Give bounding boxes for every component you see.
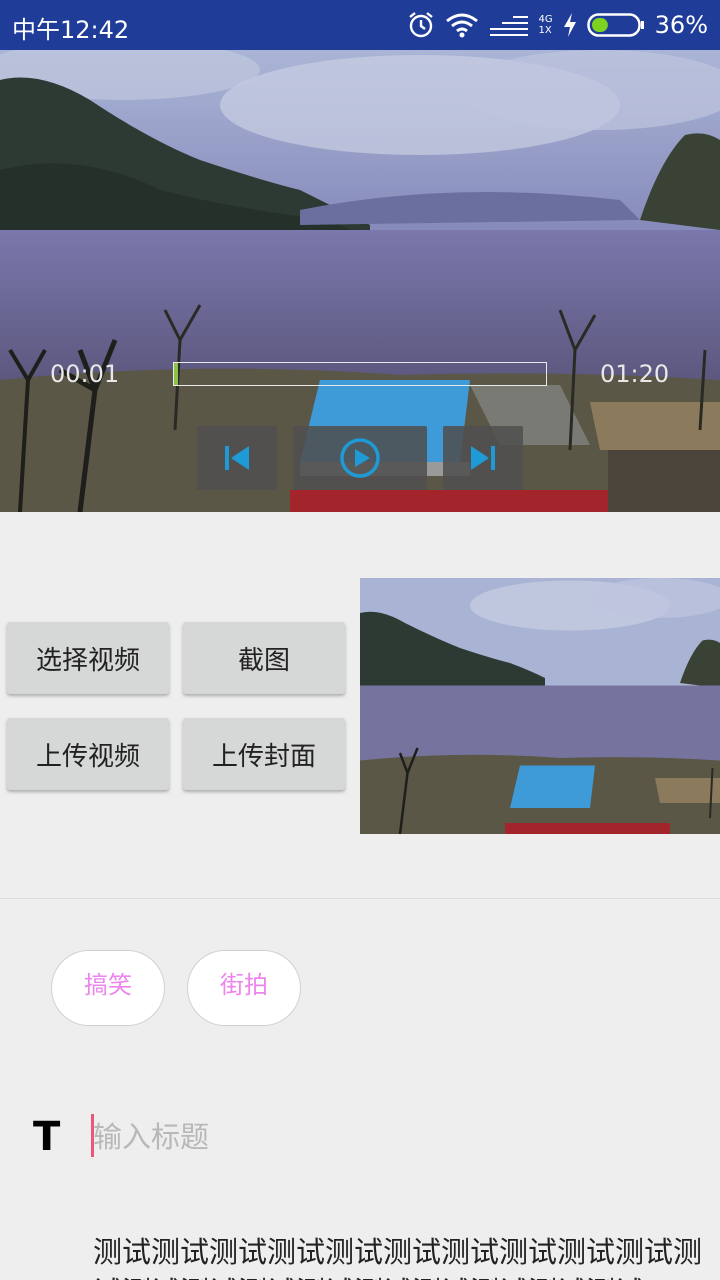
screenshot-button[interactable]: 截图 bbox=[183, 622, 345, 694]
status-bar: 中午12:42 4G 1X 36% bbox=[0, 0, 720, 50]
upload-cover-button[interactable]: 上传封面 bbox=[183, 718, 345, 790]
skip-previous-icon bbox=[225, 446, 249, 470]
status-icons: 4G 1X 36% bbox=[407, 8, 708, 42]
charging-icon bbox=[563, 13, 576, 37]
screen: 中午12:42 4G 1X 36% 00:01 01:20 选择视频 截图 上传… bbox=[0, 0, 720, 1280]
current-time: 00:01 bbox=[50, 360, 120, 388]
section-divider bbox=[0, 898, 720, 899]
seek-bar-fill bbox=[174, 363, 178, 385]
battery-percent: 36% bbox=[654, 11, 708, 39]
signal-icon bbox=[489, 16, 528, 36]
battery-icon bbox=[586, 13, 644, 37]
title-text-icon: T bbox=[33, 1114, 61, 1160]
wifi-icon bbox=[445, 13, 478, 38]
seek-bar[interactable] bbox=[173, 362, 547, 386]
upload-video-button[interactable]: 上传视频 bbox=[7, 718, 169, 790]
total-time: 01:20 bbox=[600, 360, 670, 388]
network-type: 4G 1X bbox=[539, 14, 553, 36]
alarm-icon bbox=[408, 12, 433, 38]
network-1x: 1X bbox=[538, 25, 552, 36]
title-input[interactable] bbox=[93, 1116, 693, 1158]
skip-next-button[interactable] bbox=[443, 426, 523, 490]
cover-thumbnail bbox=[360, 578, 720, 834]
play-circle-icon bbox=[340, 438, 380, 478]
tag-funny[interactable]: 搞笑 bbox=[51, 950, 165, 1026]
network-4g: 4G bbox=[538, 14, 553, 25]
tag-street-snap[interactable]: 街拍 bbox=[187, 950, 301, 1026]
select-video-button[interactable]: 选择视频 bbox=[7, 622, 169, 694]
skip-next-icon bbox=[471, 446, 495, 470]
video-player[interactable]: 00:01 01:20 bbox=[0, 50, 720, 512]
skip-previous-button[interactable] bbox=[197, 426, 277, 490]
description-text[interactable]: 测试测试测试测试测试测试测试测试测试测试测试测试测试测试测试测试测试测试测试测试 bbox=[93, 1232, 705, 1280]
status-time: 中午12:42 bbox=[12, 16, 130, 44]
play-button[interactable] bbox=[293, 426, 427, 490]
